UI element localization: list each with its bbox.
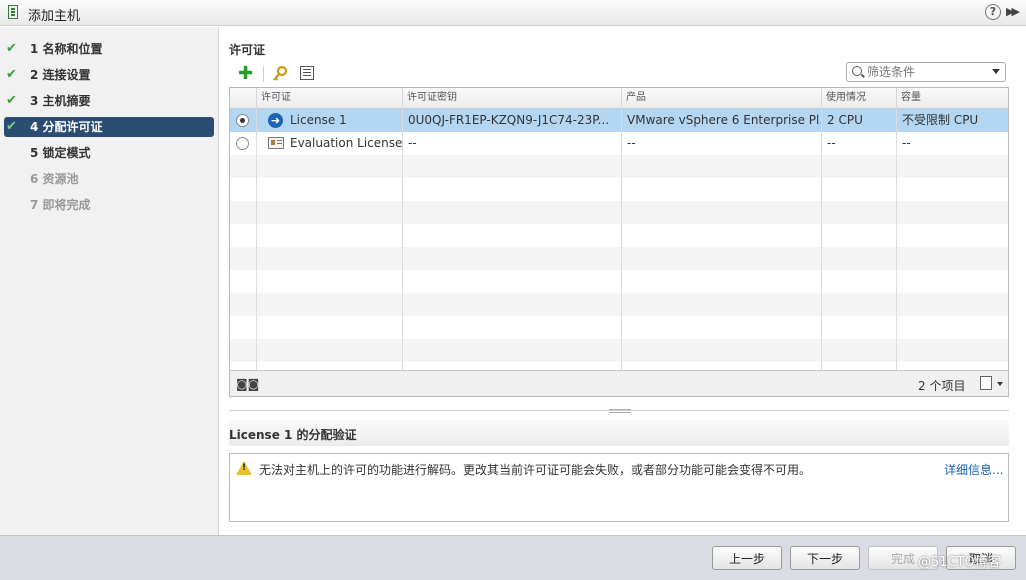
- empty-row: [230, 270, 1008, 293]
- license-name-cell: Evaluation License: [256, 132, 402, 155]
- step-label: 6 资源池: [30, 172, 79, 186]
- toolbar-divider: [263, 66, 264, 82]
- add-host-icon: [8, 5, 18, 19]
- step-label: 2 连接设置: [30, 68, 91, 82]
- step-host-summary[interactable]: ✔ 3 主机摘要: [4, 91, 214, 111]
- table-row[interactable]: ➜ License 1 0U0QJ-FR1EP-KZQN9-J1C74-23P.…: [230, 109, 1008, 132]
- step-label: 4 分配许可证: [30, 120, 103, 134]
- license-section-title: 许可证: [229, 43, 266, 57]
- license-key-cell: --: [408, 136, 417, 150]
- check-icon: ✔: [6, 41, 17, 56]
- step-label: 3 主机摘要: [30, 94, 91, 108]
- check-icon: ✔: [6, 93, 17, 108]
- back-button[interactable]: 上一步: [712, 546, 782, 570]
- table-row[interactable]: Evaluation License -- -- -- --: [230, 132, 1008, 155]
- step-resource-pool: 6 资源池: [4, 169, 214, 189]
- search-icon: [852, 66, 862, 76]
- empty-row: [230, 224, 1008, 247]
- export-icon[interactable]: [980, 376, 992, 390]
- validation-message: 无法对主机上的许可的功能进行解码。更改其当前许可证可能会失败，或者部分功能可能会…: [259, 463, 812, 477]
- check-icon: ✔: [6, 119, 17, 134]
- empty-row: [230, 247, 1008, 270]
- license-key-cell: 0U0QJ-FR1EP-KZQN9-J1C74-23P...: [408, 113, 610, 127]
- license-name-cell: ➜ License 1: [256, 109, 402, 132]
- watermark: @51CTO博客: [918, 555, 1001, 570]
- filter-box[interactable]: [846, 62, 1006, 82]
- validation-message-box: ! 无法对主机上的许可的功能进行解码。更改其当前许可证可能会失败，或者部分功能可…: [229, 453, 1009, 522]
- empty-row: [230, 201, 1008, 224]
- empty-row: [230, 155, 1008, 178]
- capacity-cell: 不受限制 CPU: [902, 113, 979, 127]
- chevron-down-icon[interactable]: [992, 69, 1000, 74]
- validation-title: License 1 的分配验证: [229, 428, 357, 442]
- header-usage[interactable]: 使用情况: [821, 88, 896, 108]
- license-name: Evaluation License: [290, 136, 402, 150]
- column-divider: [621, 108, 622, 370]
- step-name-location[interactable]: ✔ 1 名称和位置: [4, 39, 214, 59]
- filter-input[interactable]: [867, 64, 985, 80]
- empty-row: [230, 293, 1008, 316]
- validation-header: License 1 的分配验证: [229, 420, 1009, 446]
- license-name: License 1: [290, 113, 347, 127]
- dialog-title: 添加主机: [28, 9, 81, 24]
- table-header: 许可证 许可证密钥 产品 使用情况 容量: [230, 88, 1008, 109]
- add-license-icon[interactable]: ✚: [238, 65, 253, 83]
- table-footer: ◙◙ 2 个项目: [230, 370, 1008, 396]
- row-radio[interactable]: [236, 137, 249, 150]
- details-link[interactable]: 详细信息...: [944, 461, 1003, 478]
- wizard-steps-sidebar: ✔ 1 名称和位置 ✔ 2 连接设置 ✔ 3 主机摘要 ✔ 4 分配许可证 5 …: [0, 27, 219, 535]
- checklist-icon[interactable]: [300, 66, 314, 80]
- splitter-grip[interactable]: [609, 409, 631, 413]
- header-license[interactable]: 许可证: [256, 88, 402, 108]
- empty-row: [230, 316, 1008, 339]
- header-select: [230, 88, 256, 108]
- column-divider: [896, 108, 897, 370]
- empty-row: [230, 178, 1008, 201]
- expand-icon[interactable]: ▶▶: [1006, 5, 1020, 18]
- step-label: 5 锁定模式: [30, 146, 91, 160]
- license-table: 许可证 许可证密钥 产品 使用情况 容量 ➜ License 1 0U0QJ-F…: [229, 87, 1009, 397]
- product-cell: --: [627, 136, 636, 150]
- step-label: 1 名称和位置: [30, 42, 103, 56]
- help-icon[interactable]: ?: [985, 4, 1001, 20]
- arrow-right-icon: ➜: [268, 113, 283, 128]
- usage-cell: --: [827, 136, 836, 150]
- column-divider: [821, 108, 822, 370]
- step-label: 7 即将完成: [30, 198, 91, 212]
- row-radio[interactable]: [236, 114, 249, 127]
- column-divider: [402, 108, 403, 370]
- title-bar: 添加主机 ? ▶▶: [0, 0, 1026, 26]
- capacity-cell: --: [902, 136, 911, 150]
- usage-cell: 2 CPU: [827, 113, 863, 127]
- warning-mark: !: [242, 463, 247, 473]
- step-assign-license[interactable]: ✔ 4 分配许可证: [4, 117, 214, 137]
- next-button[interactable]: 下一步: [790, 546, 860, 570]
- key-icon[interactable]: [272, 66, 288, 82]
- header-license-key[interactable]: 许可证密钥: [402, 88, 621, 108]
- chevron-down-icon[interactable]: [997, 382, 1003, 386]
- step-lockdown-mode[interactable]: 5 锁定模式: [4, 143, 214, 163]
- step-ready-to-complete: 7 即将完成: [4, 195, 214, 215]
- header-capacity[interactable]: 容量: [896, 88, 1008, 108]
- step-connection-settings[interactable]: ✔ 2 连接设置: [4, 65, 214, 85]
- evaluation-icon: [268, 137, 284, 149]
- empty-row: [230, 339, 1008, 362]
- column-divider: [256, 108, 257, 370]
- check-icon: ✔: [6, 67, 17, 82]
- header-product[interactable]: 产品: [621, 88, 821, 108]
- item-count: 2 个项目: [918, 379, 966, 393]
- binoculars-icon[interactable]: ◙◙: [236, 377, 259, 391]
- product-cell: VMware vSphere 6 Enterprise Pl...: [627, 113, 821, 127]
